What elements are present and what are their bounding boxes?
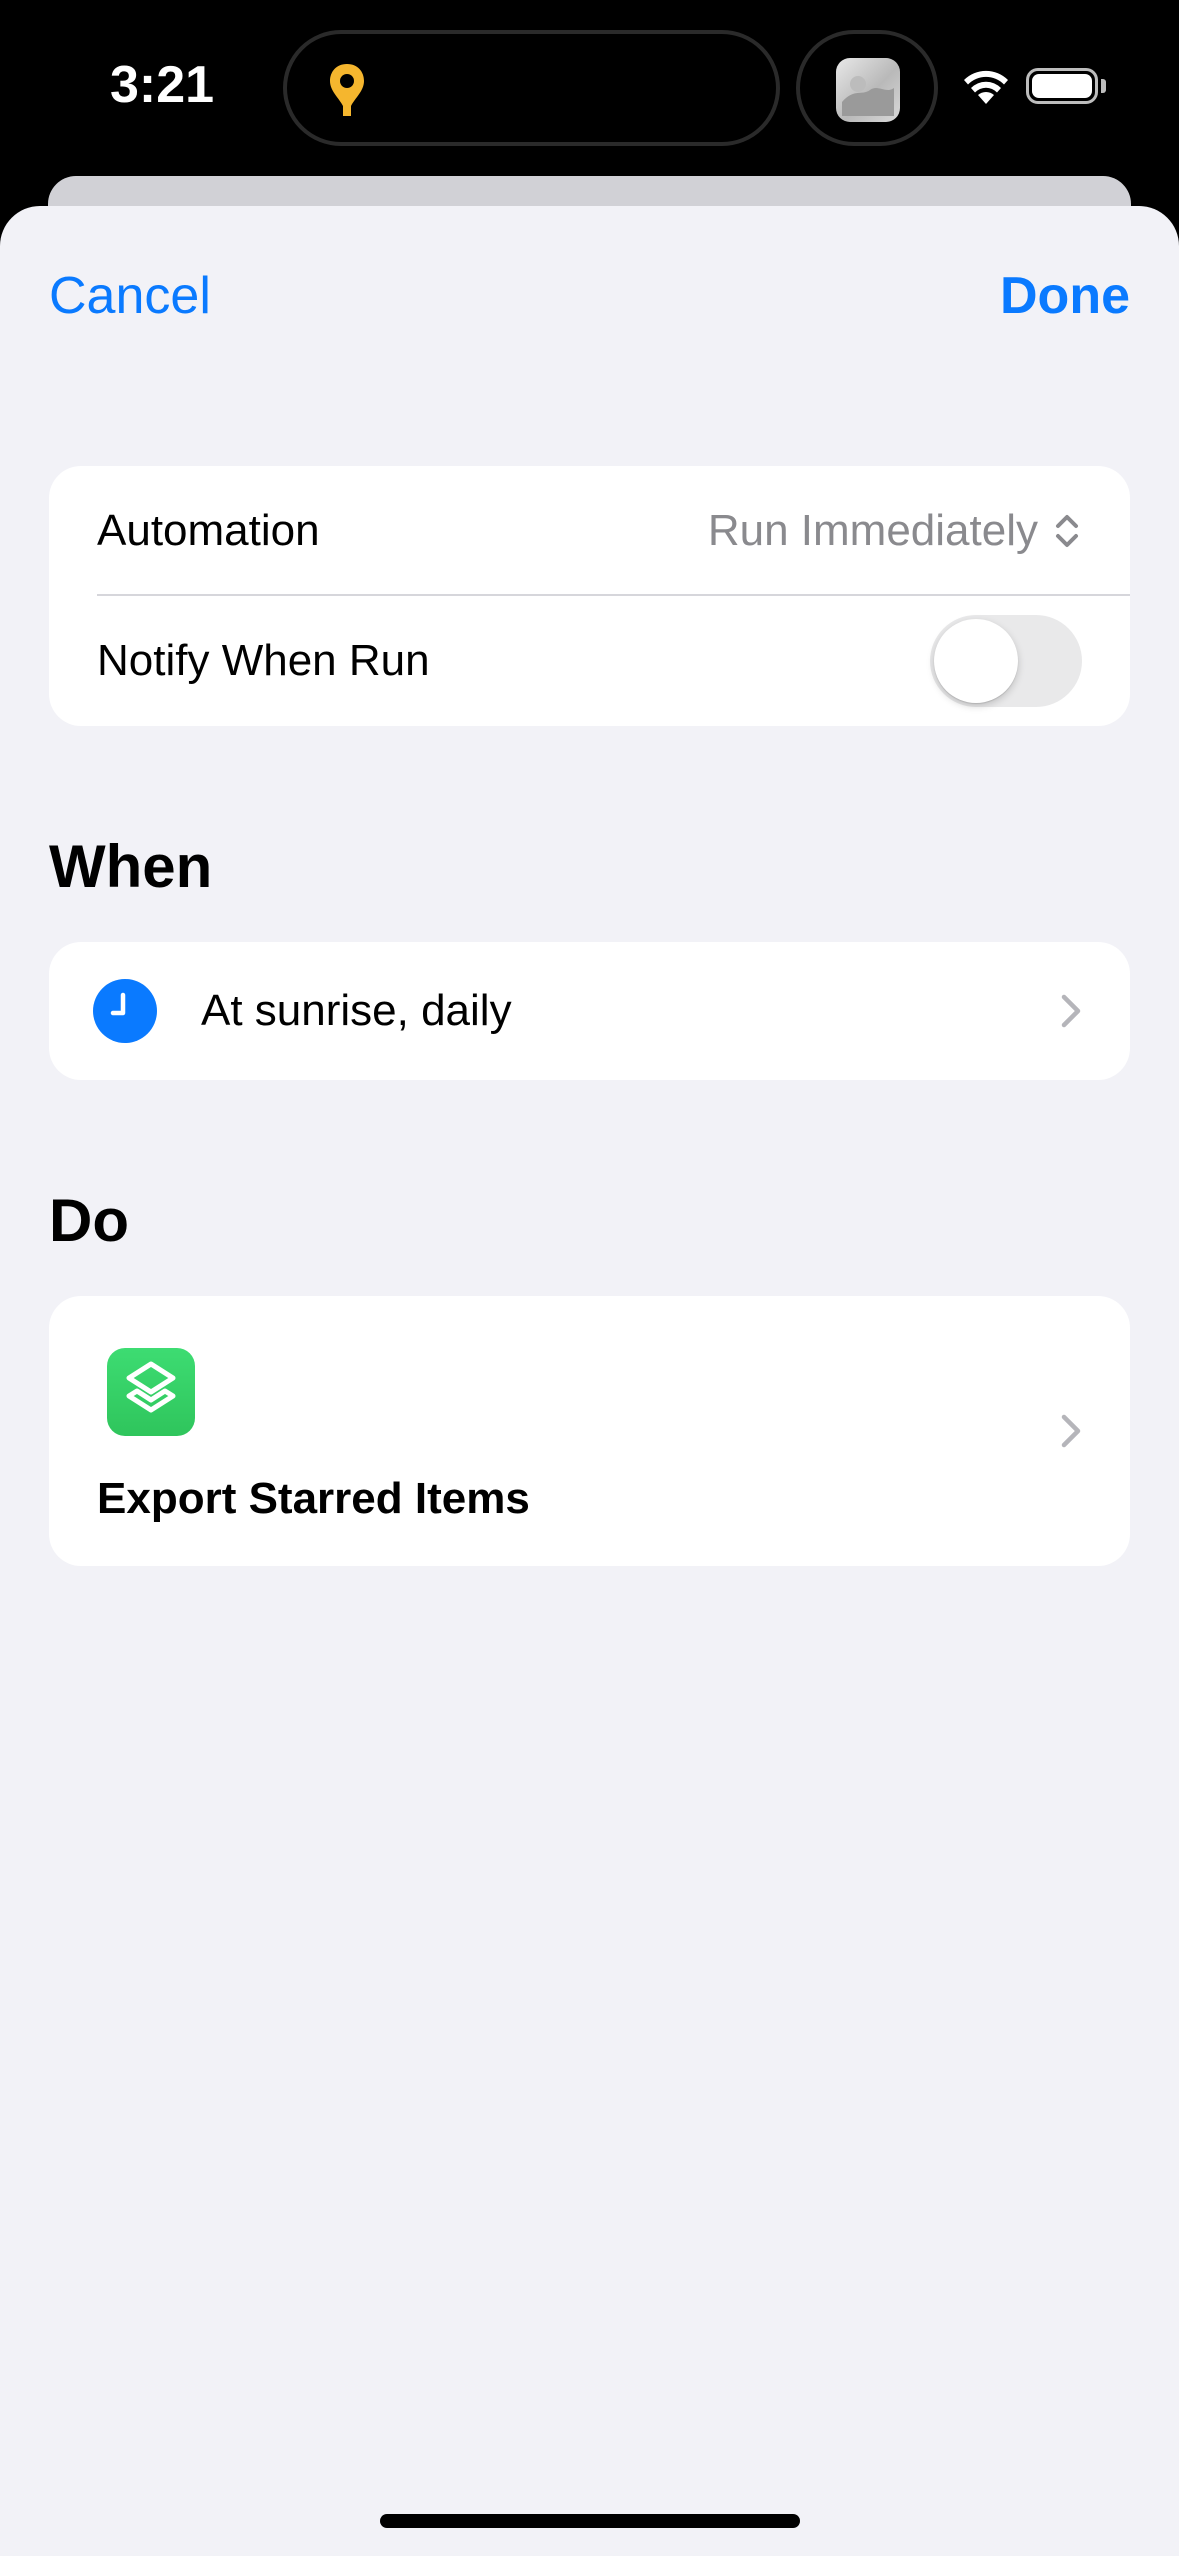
notify-toggle[interactable]: [930, 615, 1082, 707]
wifi-icon: [964, 70, 1008, 104]
up-down-chevron-icon: [1056, 515, 1078, 547]
when-group: At sunrise, daily: [49, 942, 1130, 1080]
notify-row: Notify When Run: [49, 596, 1130, 726]
done-button[interactable]: Done: [1000, 266, 1130, 326]
battery-tip: [1101, 79, 1106, 93]
notify-label: Notify When Run: [97, 636, 430, 685]
trigger-row[interactable]: At sunrise, daily: [49, 942, 1130, 1080]
cancel-button[interactable]: Cancel: [49, 266, 211, 326]
automation-row[interactable]: Automation Run Immediately: [49, 466, 1130, 596]
screen: 3:21 Cancel Done Automation Run Immediat…: [0, 0, 1179, 2556]
automation-sheet: Cancel Done Automation Run Immediately N…: [0, 206, 1179, 2556]
clock-icon: [93, 979, 157, 1043]
automation-label: Automation: [97, 506, 320, 555]
chevron-right-icon: [1061, 1414, 1081, 1448]
thumbnail-image-icon: [842, 76, 894, 116]
chevron-right-icon: [1061, 994, 1081, 1028]
toggle-knob: [934, 619, 1018, 703]
trigger-label: At sunrise, daily: [201, 986, 512, 1035]
automation-value[interactable]: Run Immediately: [708, 506, 1038, 556]
do-group: Export Starred Items: [49, 1296, 1130, 1566]
dynamic-island[interactable]: [283, 30, 780, 146]
live-activity-bubble[interactable]: [796, 30, 938, 146]
when-section-title: When: [49, 833, 213, 900]
status-time: 3:21: [110, 56, 215, 114]
home-indicator[interactable]: [380, 2514, 800, 2528]
shortcuts-app-icon: [107, 1348, 195, 1436]
media-thumbnail: [836, 58, 900, 122]
do-section-title: Do: [49, 1187, 129, 1254]
shortcut-name: Export Starred Items: [97, 1474, 530, 1523]
battery-level: [1032, 74, 1092, 98]
location-pin-icon: [330, 64, 364, 116]
shortcut-action-row[interactable]: Export Starred Items: [49, 1296, 1130, 1566]
settings-group: Automation Run Immediately Notify When R…: [49, 466, 1130, 726]
battery-icon: [1026, 68, 1098, 104]
